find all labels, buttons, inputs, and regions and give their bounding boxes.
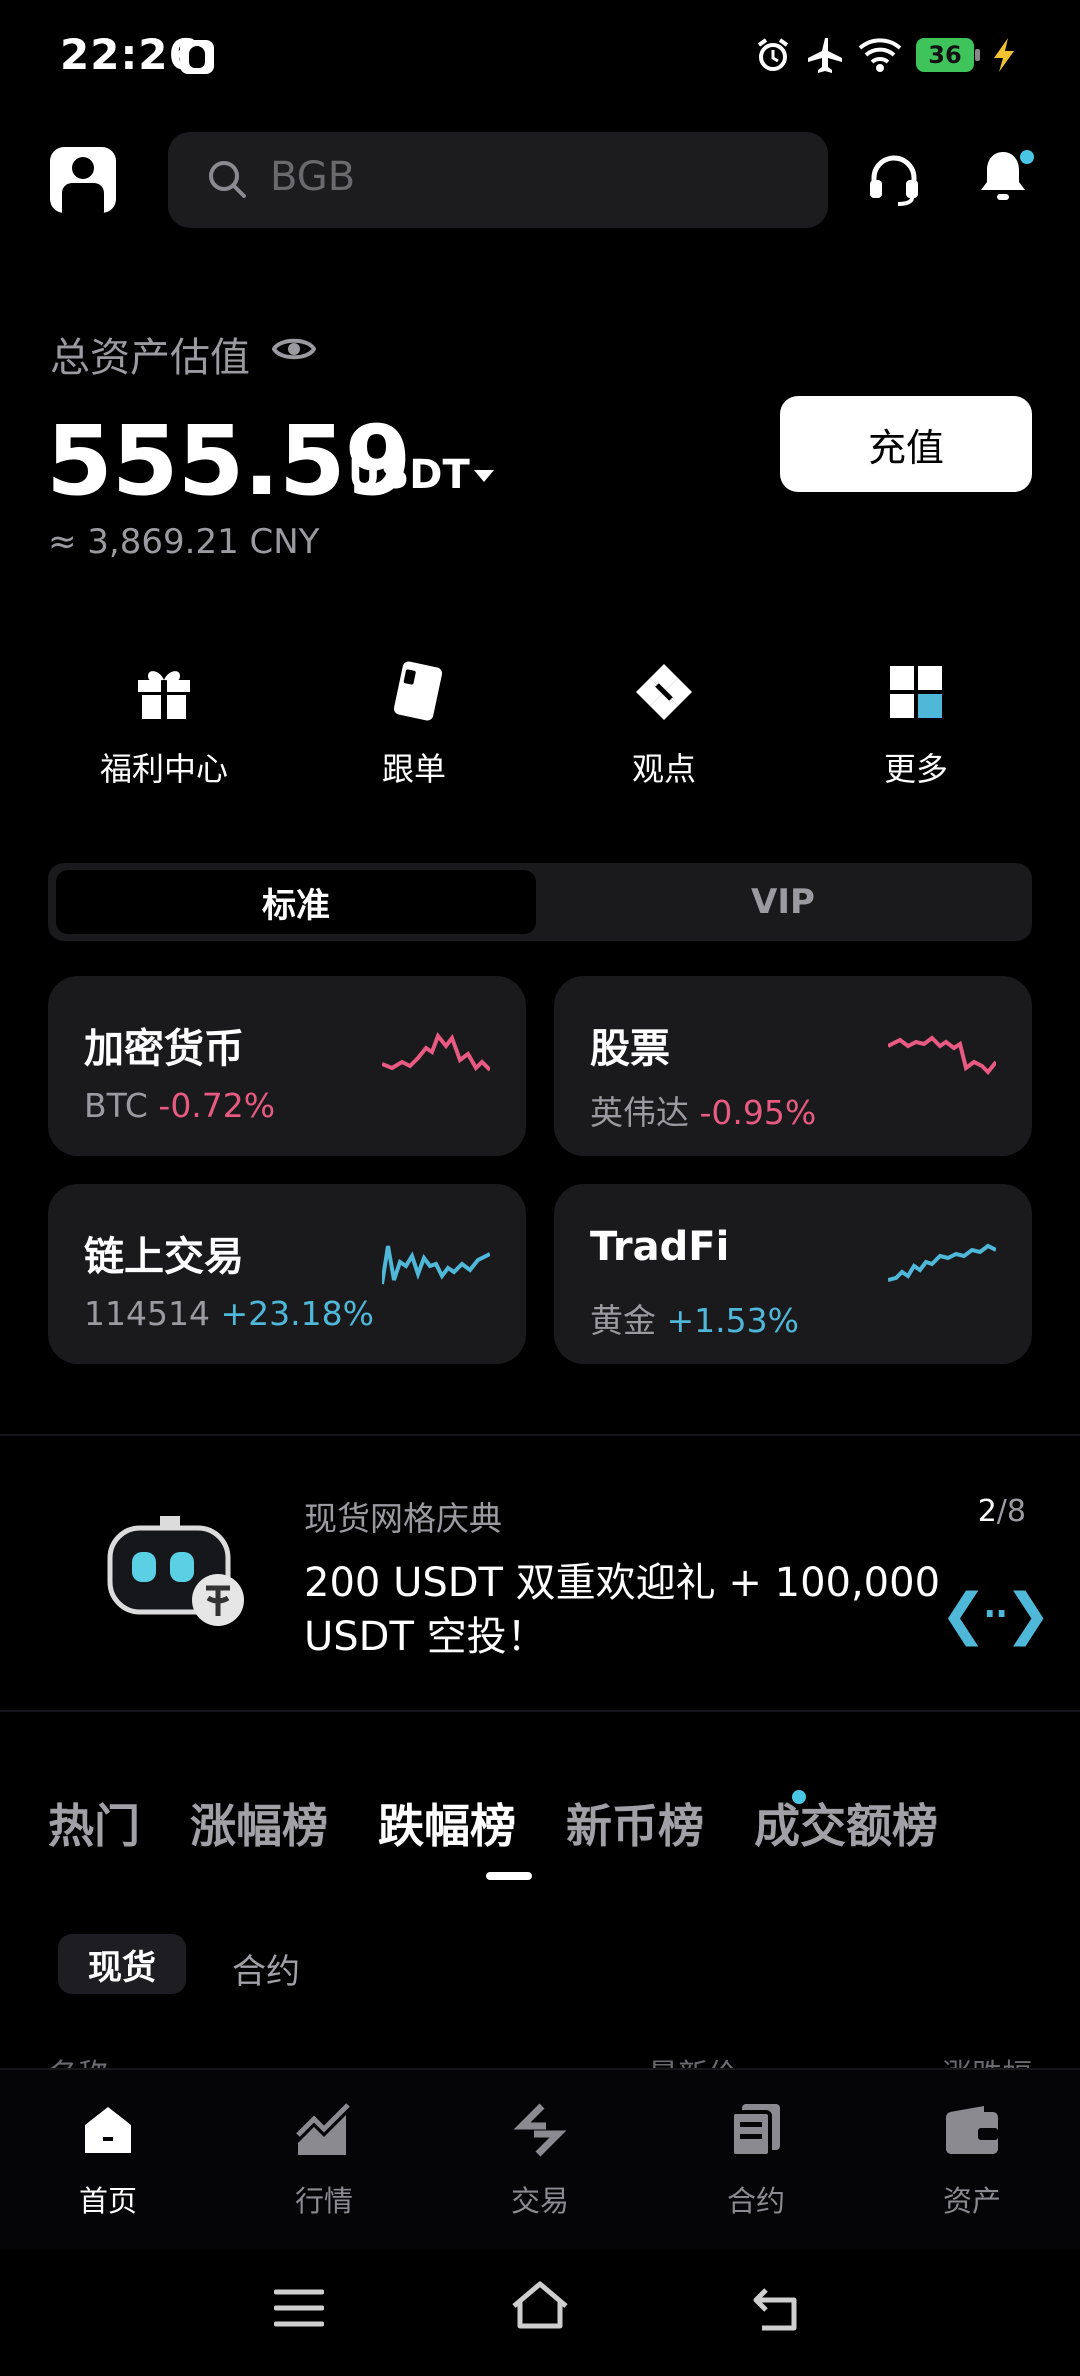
eye-icon[interactable] xyxy=(272,333,316,365)
asset-unit-selector[interactable]: USDT xyxy=(348,452,470,498)
card-subtitle: 黄金 +1.53% xyxy=(590,1294,799,1342)
tab-losers[interactable]: 跌幅榜 xyxy=(378,1790,516,1856)
status-time: 22:26 xyxy=(60,30,199,79)
tab-new-coins[interactable]: 新币榜 xyxy=(566,1790,704,1856)
card-subtitle: BTC -0.72% xyxy=(84,1086,275,1125)
quick-action-label: 观点 xyxy=(631,750,696,788)
home-icon xyxy=(85,2107,131,2153)
subtab-spot[interactable]: 现货 xyxy=(58,1934,186,1994)
mode-standard-tab[interactable]: 标准 xyxy=(56,870,536,934)
nav-market[interactable]: 行情 xyxy=(224,2100,424,2220)
grid-more-icon xyxy=(890,666,942,718)
tab-gainers[interactable]: 涨幅榜 xyxy=(190,1790,328,1856)
quick-action-copy-trade[interactable]: 跟单 xyxy=(294,660,534,790)
card-change: +23.18% xyxy=(220,1294,374,1333)
nav-label: 交易 xyxy=(510,2184,569,2218)
card-symbol: BTC xyxy=(84,1086,148,1125)
card-change: +1.53% xyxy=(666,1301,799,1340)
battery-indicator: 36 xyxy=(916,38,980,72)
quick-action-label: 福利中心 xyxy=(99,750,228,788)
sparkline-onchain xyxy=(382,1245,490,1285)
nav-label: 资产 xyxy=(942,2184,1001,2218)
section-divider xyxy=(0,1434,1080,1436)
nav-label: 首页 xyxy=(78,2184,137,2218)
back-icon[interactable] xyxy=(752,2286,806,2332)
subtab-futures[interactable]: 合约 xyxy=(232,1944,300,1993)
tab-hot[interactable]: 热门 xyxy=(48,1790,140,1856)
mode-vip-tab[interactable]: VIP xyxy=(538,870,1028,934)
promo-page-total: /8 xyxy=(996,1494,1026,1529)
nav-assets[interactable]: 资产 xyxy=(872,2100,1072,2220)
sparkline-tradfi xyxy=(888,1243,996,1282)
trade-swap-icon xyxy=(513,2103,567,2157)
card-title: 股票 xyxy=(590,1026,670,1072)
quick-action-insights[interactable]: 观点 xyxy=(544,660,784,790)
notification-dot xyxy=(1020,150,1034,164)
search-icon xyxy=(209,161,246,198)
menu-icon[interactable] xyxy=(274,2286,324,2330)
assets-cny-value: ≈ 3,869.21 CNY xyxy=(48,522,320,562)
insights-icon xyxy=(636,664,692,720)
nav-trade[interactable]: 交易 xyxy=(440,2100,640,2220)
ranking-tabs: 热门 涨幅榜 跌幅榜 新币榜 成交额榜 xyxy=(48,1790,988,1856)
market-card-stocks[interactable]: 股票 英伟达 -0.95% xyxy=(554,976,1032,1156)
market-card-onchain[interactable]: 链上交易 114514 +23.18% xyxy=(48,1184,526,1364)
search-input[interactable] xyxy=(168,132,828,228)
nav-home[interactable]: 首页 xyxy=(8,2100,208,2220)
nav-label: 行情 xyxy=(294,2184,353,2218)
wifi-icon xyxy=(858,38,902,72)
nav-futures[interactable]: 合约 xyxy=(656,2100,856,2220)
promo-title: 现货网格庆典 xyxy=(304,1499,502,1538)
alarm-icon xyxy=(757,38,789,71)
support-headset-icon[interactable] xyxy=(866,150,922,206)
copy-trade-icon xyxy=(393,661,443,721)
market-card-tradfi[interactable]: TradFi 黄金 +1.53% xyxy=(554,1184,1032,1364)
card-title: 加密货币 xyxy=(84,1026,244,1072)
card-subtitle: 英伟达 -0.95% xyxy=(590,1086,816,1134)
sparkline-stocks xyxy=(888,1035,996,1075)
futures-icon xyxy=(730,2104,780,2158)
robot-mascot-icon xyxy=(107,1516,244,1626)
promo-text[interactable]: 200 USDT 双重欢迎礼 + 100,000 USDT 空投！ xyxy=(304,1556,1024,1664)
gift-icon xyxy=(138,671,190,719)
qq-notification-icon xyxy=(180,40,214,74)
promo-carousel-arrows-icon[interactable]: ❮··❯ xyxy=(940,1582,1051,1647)
tab-volume[interactable]: 成交额榜 xyxy=(754,1790,938,1856)
card-title: 链上交易 xyxy=(84,1234,244,1280)
card-symbol: 114514 xyxy=(84,1294,210,1333)
card-subtitle: 114514 +23.18% xyxy=(84,1294,374,1333)
sparkline-crypto xyxy=(382,1032,490,1072)
profile-avatar[interactable] xyxy=(50,147,116,213)
status-icons: 36 xyxy=(754,36,1020,74)
search-placeholder: BGB xyxy=(270,154,356,200)
deposit-button[interactable]: 充值 xyxy=(780,396,1032,492)
chevron-down-icon[interactable] xyxy=(474,470,494,482)
card-symbol: 黄金 xyxy=(590,1301,656,1340)
new-coins-dot xyxy=(792,1790,806,1804)
card-change: -0.72% xyxy=(158,1086,276,1125)
wallet-icon xyxy=(946,2106,998,2154)
section-divider xyxy=(0,1710,1080,1712)
market-chart-icon xyxy=(296,2103,350,2155)
card-symbol: 英伟达 xyxy=(590,1093,689,1132)
quick-action-rewards[interactable]: 福利中心 xyxy=(44,660,284,790)
active-tab-indicator xyxy=(486,1872,532,1880)
promo-pagination: 2/8 xyxy=(978,1494,1026,1529)
card-change: -0.95% xyxy=(699,1093,817,1132)
airplane-icon xyxy=(808,38,842,73)
total-assets-label: 总资产估值 xyxy=(50,335,250,381)
promo-page-current: 2 xyxy=(977,1494,997,1529)
quick-action-more[interactable]: 更多 xyxy=(796,660,1036,790)
system-home-icon[interactable] xyxy=(510,2280,570,2330)
charging-icon xyxy=(994,38,1014,72)
quick-action-label: 跟单 xyxy=(381,750,446,788)
quick-action-label: 更多 xyxy=(883,750,948,788)
nav-label: 合约 xyxy=(726,2184,785,2218)
market-card-crypto[interactable]: 加密货币 BTC -0.72% xyxy=(48,976,526,1156)
card-title: TradFi xyxy=(590,1224,730,1270)
